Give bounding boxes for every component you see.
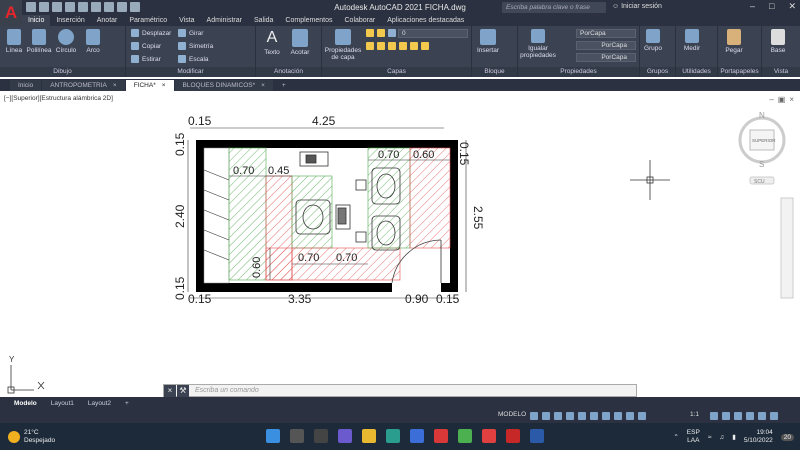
layout-tab-model[interactable]: Modelo [8,400,43,407]
language-indicator[interactable]: ESP LAA [687,429,700,445]
region-code: LAA [687,437,700,444]
selection-cycling-icon[interactable] [626,412,634,420]
lineweight-icon[interactable] [602,412,610,420]
dim-text: 0.15 [173,276,187,300]
chevron-up-icon[interactable]: ⌃ [673,433,678,441]
isolate-icon[interactable] [734,412,742,420]
wifi-icon[interactable]: ≈ [708,434,712,441]
language-code: ESP [686,429,700,436]
notifications-badge[interactable]: 20 [780,433,794,441]
dim-text: 0.70 [233,165,254,177]
ucs-icon: Y [7,355,45,394]
dim-text: 0.15 [188,114,212,128]
taskbar-apps [266,429,544,443]
annotation-scale[interactable]: 1:1 [690,411,699,418]
viewcube[interactable]: SUPERIOR N S SCU [738,111,786,185]
dim-text: 0.70 [298,252,319,264]
gear-icon[interactable] [710,412,718,420]
dim-text: 0.60 [413,149,434,161]
dim-text: 2.40 [173,204,187,228]
system-tray: ⌃ ESP LAA ≈ ♫ ▮ 19:04 5/10/2022 20 [673,429,794,445]
close-icon[interactable]: × [164,384,176,397]
store-icon[interactable] [410,429,424,443]
dim-text: 0.15 [436,292,460,306]
dim-text: 0.90 [405,292,429,306]
dim-text: 0.15 [457,142,471,166]
ucs-menu: SCU [754,179,765,185]
dim-text: 2.55 [471,206,485,230]
compass-north: N [759,111,765,120]
status-right-icons [710,412,778,420]
menu-icon[interactable] [770,412,778,420]
weather-status: Despejado [24,437,56,444]
command-input[interactable]: Escriba un comando [189,387,259,394]
viewcube-face: SUPERIOR [752,138,776,143]
annotation-icon[interactable] [638,412,646,420]
plus-icon[interactable] [722,412,730,420]
autocad-taskbar-icon[interactable] [506,429,520,443]
status-bar: MODELO 1:1 [0,409,800,423]
temperature: 21°C [24,429,39,436]
polar-icon[interactable] [566,412,574,420]
windows-start-icon[interactable] [266,429,280,443]
word-icon[interactable] [530,429,544,443]
weather-widget[interactable]: 21°C Despejado [8,429,55,445]
shelf-lines [203,169,230,261]
dim-text: 0.45 [268,165,289,177]
dim-text: 0.70 [336,252,357,264]
drawing-canvas[interactable]: 0.15 4.25 0.15 2.40 0.15 0.15 2.55 0.15 … [0,0,800,450]
layout-tab-2[interactable]: Layout2 [82,400,117,407]
status-toggles [530,412,646,420]
osnap-icon[interactable] [590,412,598,420]
dim-text: 0.15 [188,292,212,306]
chrome-icon[interactable] [458,429,472,443]
time: 19:04 [756,429,773,436]
isodraft-icon[interactable] [578,412,586,420]
crosshair-cursor [630,160,670,200]
navigation-bar[interactable] [780,197,794,299]
windows-taskbar: 21°C Despejado ⌃ ESP LAA ≈ ♫ ▮ 19:04 5/10/2… [0,423,800,450]
edge-icon[interactable] [386,429,400,443]
compass-south: S [759,160,764,169]
dim-text: 3.35 [288,292,312,306]
fullscreen-icon[interactable] [758,412,766,420]
customize-icon[interactable]: ⚒ [177,384,189,397]
teams-icon[interactable] [338,429,352,443]
search-icon[interactable] [290,429,304,443]
model-space-button[interactable]: MODELO [498,411,526,418]
transparency-icon[interactable] [614,412,622,420]
dim-text: 0.15 [173,132,187,156]
dim-text: 0.70 [378,149,399,161]
ortho-icon[interactable] [554,412,562,420]
file-explorer-icon[interactable] [362,429,376,443]
snap-icon[interactable] [542,412,550,420]
task-view-icon[interactable] [314,429,328,443]
grid-icon[interactable] [530,412,538,420]
layout-tab-1[interactable]: Layout1 [45,400,80,407]
command-line: × ⚒ Escriba un comando [163,384,637,397]
clock[interactable]: 19:04 5/10/2022 [744,429,773,445]
app-icon[interactable] [434,429,448,443]
dim-text: 0.60 [251,257,263,278]
ucs-y-label: Y [9,355,15,364]
add-layout-button[interactable]: + [119,400,135,407]
hardware-icon[interactable] [746,412,754,420]
sun-icon [8,431,20,443]
dim-text: 4.25 [312,114,336,128]
layout-tabs: Modelo Layout1 Layout2 + [0,397,800,409]
battery-icon[interactable]: ▮ [732,433,736,441]
date: 5/10/2022 [743,437,773,444]
volume-icon[interactable]: ♫ [719,434,724,441]
chrome-profile-icon[interactable] [482,429,496,443]
